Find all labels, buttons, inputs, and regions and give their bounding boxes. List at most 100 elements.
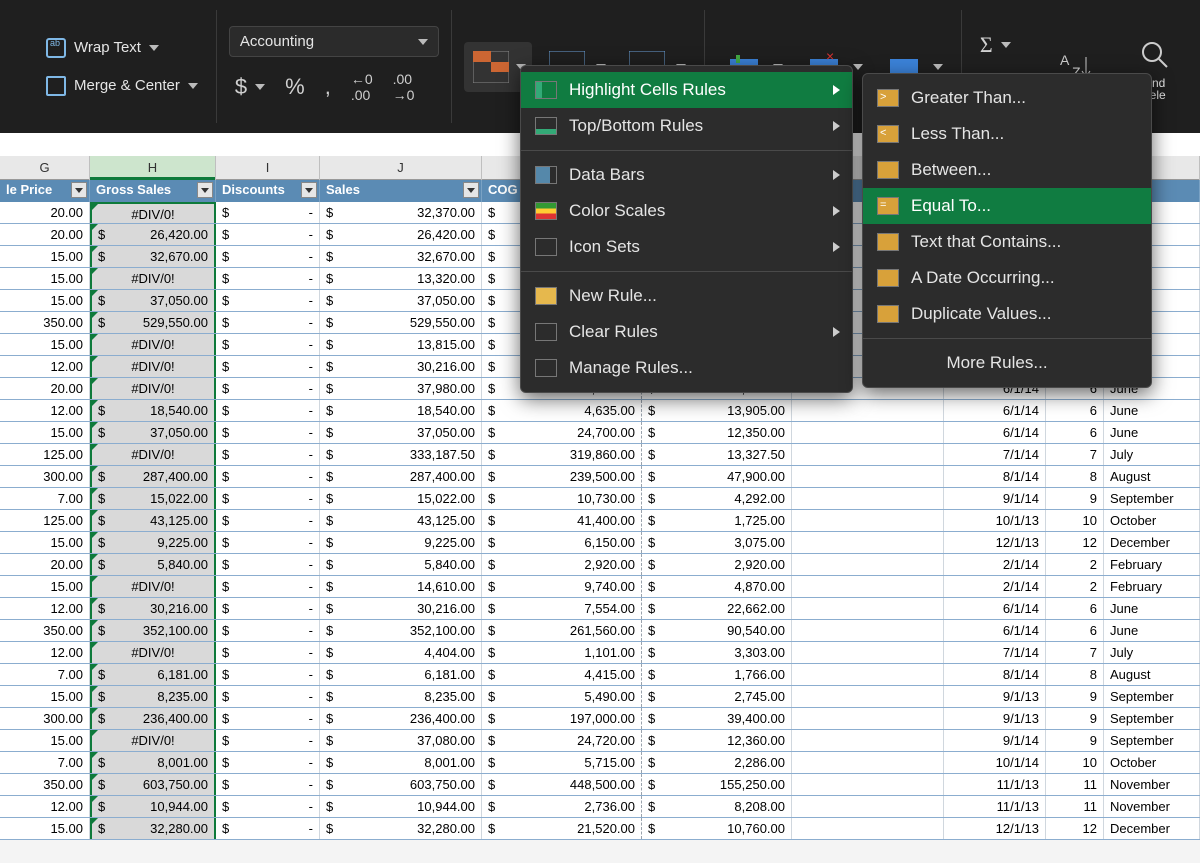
cell[interactable] [792, 686, 944, 707]
cell[interactable] [792, 422, 944, 443]
filter-button[interactable] [301, 182, 317, 198]
cell[interactable]: $- [216, 642, 320, 663]
cell[interactable]: $1,725.00 [642, 510, 792, 531]
cell[interactable]: $13,905.00 [642, 400, 792, 421]
cell[interactable]: $3,303.00 [642, 642, 792, 663]
cell[interactable]: $4,870.00 [642, 576, 792, 597]
menu-new-rule[interactable]: New Rule... [521, 278, 852, 314]
cell[interactable]: 2 [1046, 554, 1104, 575]
cell[interactable]: $43,125.00 [320, 510, 482, 531]
cell[interactable]: $8,235.00 [320, 686, 482, 707]
menu-color-scales[interactable]: Color Scales [521, 193, 852, 229]
cell[interactable]: $236,400.00 [90, 708, 216, 729]
cell[interactable]: 9 [1046, 686, 1104, 707]
cell[interactable]: 20.00 [0, 378, 90, 399]
cell[interactable]: $- [216, 290, 320, 311]
cell[interactable]: June [1104, 598, 1200, 619]
menu-highlight-cells-rules[interactable]: Highlight Cells Rules [521, 72, 852, 108]
cell[interactable]: 15.00 [0, 532, 90, 553]
cell[interactable] [792, 774, 944, 795]
cell[interactable]: $5,840.00 [90, 554, 216, 575]
cell[interactable]: $5,840.00 [320, 554, 482, 575]
cell[interactable]: November [1104, 796, 1200, 817]
cell[interactable]: 12 [1046, 818, 1104, 839]
cell[interactable]: $239,500.00 [482, 466, 642, 487]
cell[interactable]: 125.00 [0, 444, 90, 465]
cell[interactable] [792, 796, 944, 817]
cell[interactable]: $21,520.00 [482, 818, 642, 839]
cell[interactable]: $30,216.00 [320, 598, 482, 619]
cell[interactable]: $8,208.00 [642, 796, 792, 817]
cell[interactable]: #DIV/0! [90, 378, 216, 399]
cell[interactable]: September [1104, 488, 1200, 509]
cell[interactable]: $24,700.00 [482, 422, 642, 443]
cell[interactable]: February [1104, 576, 1200, 597]
cell[interactable]: $- [216, 620, 320, 641]
cell[interactable]: 350.00 [0, 774, 90, 795]
merge-center-button[interactable]: Merge & Center [40, 72, 204, 100]
cell[interactable]: 8 [1046, 664, 1104, 685]
cell[interactable]: $12,350.00 [642, 422, 792, 443]
cell[interactable]: October [1104, 510, 1200, 531]
cell[interactable]: $3,075.00 [642, 532, 792, 553]
cell[interactable]: $13,815.00 [320, 334, 482, 355]
cell[interactable]: $13,327.50 [642, 444, 792, 465]
percent-format-button[interactable]: % [279, 70, 311, 104]
cell[interactable]: $26,420.00 [90, 224, 216, 245]
menu-top-bottom-rules[interactable]: Top/Bottom Rules [521, 108, 852, 144]
menu-data-bars[interactable]: Data Bars [521, 157, 852, 193]
cell[interactable]: 15.00 [0, 576, 90, 597]
cell[interactable]: August [1104, 466, 1200, 487]
cell[interactable] [792, 730, 944, 751]
cell[interactable]: $5,715.00 [482, 752, 642, 773]
cell[interactable]: 300.00 [0, 708, 90, 729]
cell[interactable]: $- [216, 752, 320, 773]
filter-button[interactable] [197, 182, 213, 198]
cell[interactable]: 15.00 [0, 686, 90, 707]
cell[interactable]: 7.00 [0, 488, 90, 509]
cell[interactable]: $- [216, 334, 320, 355]
cell[interactable]: December [1104, 532, 1200, 553]
filter-button[interactable] [463, 182, 479, 198]
cell[interactable]: 20.00 [0, 202, 90, 223]
cell[interactable]: 12/1/13 [944, 532, 1046, 553]
cell[interactable]: 10 [1046, 752, 1104, 773]
cell[interactable]: 10/1/14 [944, 752, 1046, 773]
cell[interactable]: $10,944.00 [320, 796, 482, 817]
cell[interactable]: $603,750.00 [320, 774, 482, 795]
cell[interactable]: $37,080.00 [320, 730, 482, 751]
cell[interactable]: $24,720.00 [482, 730, 642, 751]
cell[interactable]: June [1104, 400, 1200, 421]
cell[interactable]: $6,181.00 [320, 664, 482, 685]
menu-date-occurring[interactable]: A Date Occurring... [863, 260, 1151, 296]
cell[interactable]: 6/1/14 [944, 400, 1046, 421]
cell[interactable]: September [1104, 708, 1200, 729]
accounting-format-button[interactable]: $ [229, 70, 271, 104]
cell[interactable]: $529,550.00 [320, 312, 482, 333]
cell[interactable]: June [1104, 422, 1200, 443]
cell[interactable]: 10 [1046, 510, 1104, 531]
cell[interactable]: $4,635.00 [482, 400, 642, 421]
cell[interactable] [792, 664, 944, 685]
menu-between[interactable]: Between... [863, 152, 1151, 188]
cell[interactable]: $9,740.00 [482, 576, 642, 597]
cell[interactable]: $- [216, 664, 320, 685]
cell[interactable]: $32,670.00 [320, 246, 482, 267]
cell[interactable]: $10,760.00 [642, 818, 792, 839]
cell[interactable]: $352,100.00 [90, 620, 216, 641]
cell[interactable]: $- [216, 818, 320, 839]
cell[interactable]: $37,980.00 [320, 378, 482, 399]
cell[interactable]: 300.00 [0, 466, 90, 487]
cell[interactable]: $- [216, 444, 320, 465]
cell[interactable]: $8,235.00 [90, 686, 216, 707]
cell[interactable]: 2 [1046, 576, 1104, 597]
cell[interactable]: $- [216, 202, 320, 223]
cell[interactable]: $18,540.00 [90, 400, 216, 421]
cell[interactable]: 6 [1046, 620, 1104, 641]
cell[interactable] [792, 466, 944, 487]
cell[interactable]: $9,225.00 [90, 532, 216, 553]
cell[interactable]: $9,225.00 [320, 532, 482, 553]
cell[interactable]: 7.00 [0, 664, 90, 685]
cell[interactable]: 15.00 [0, 334, 90, 355]
cell[interactable] [792, 576, 944, 597]
